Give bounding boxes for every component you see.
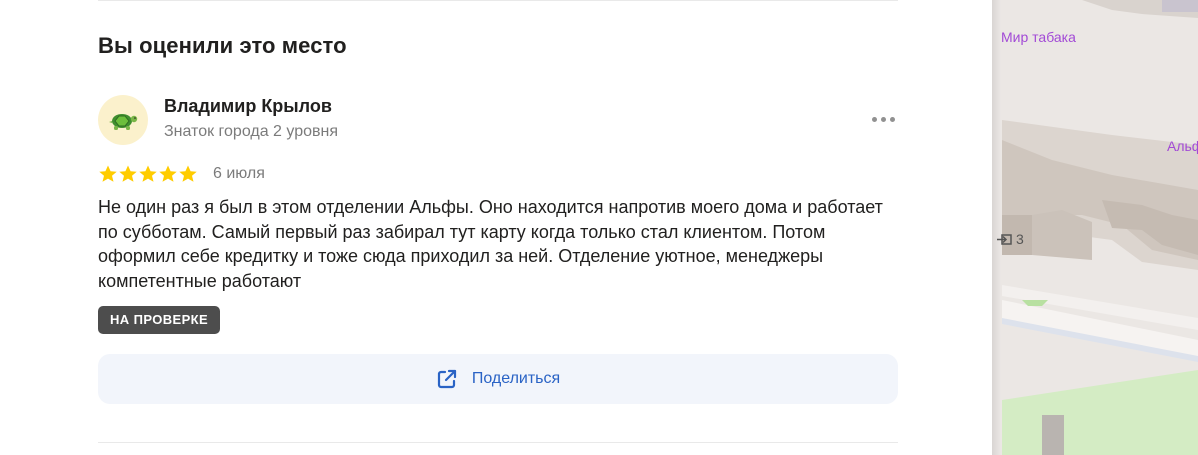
share-label: Поделиться xyxy=(471,370,561,387)
map-view[interactable]: Мир табака Альф 3 xyxy=(992,0,1198,455)
rating-stars xyxy=(98,164,198,184)
share-external-icon xyxy=(437,369,456,389)
map-entrance-number: 3 xyxy=(1016,231,1024,247)
author-level: Знаток города 2 уровня xyxy=(164,123,339,140)
more-dots-icon xyxy=(880,116,886,122)
share-button[interactable]: Поделиться xyxy=(98,354,898,404)
star-icon xyxy=(99,165,117,182)
section-title: Вы оценили это место xyxy=(98,33,347,58)
author-name[interactable]: Владимир Крылов xyxy=(164,96,332,117)
star-icon xyxy=(139,165,157,182)
more-dots-icon xyxy=(871,116,877,122)
review-panel: Вы оценили это место Владимир Крылов Зна… xyxy=(0,0,992,455)
turtle-icon xyxy=(109,114,138,130)
divider xyxy=(98,0,898,1)
review-date: 6 июля xyxy=(213,165,265,182)
more-button[interactable] xyxy=(868,108,898,130)
review-text: Не один раз я был в этом отделении Альфы… xyxy=(98,197,883,291)
star-icon xyxy=(159,165,177,182)
star-icon xyxy=(119,165,137,182)
map-label-alfa[interactable]: Альф xyxy=(1167,138,1198,154)
map-canvas xyxy=(992,0,1198,455)
divider xyxy=(98,442,898,443)
map-label-tobacco[interactable]: Мир табака xyxy=(1001,29,1076,45)
star-icon xyxy=(179,165,197,182)
status-badge: НА ПРОВЕРКЕ xyxy=(98,306,221,334)
more-dots-icon xyxy=(889,116,895,122)
avatar[interactable] xyxy=(98,95,148,145)
map-edge-shadow xyxy=(992,0,1001,455)
